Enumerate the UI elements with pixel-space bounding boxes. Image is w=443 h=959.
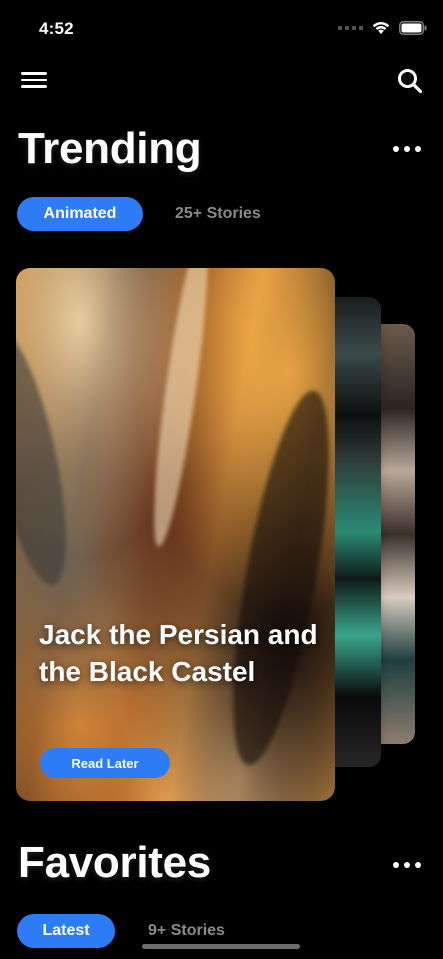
battery-icon: [399, 20, 427, 35]
status-icons: [338, 20, 427, 35]
story-card[interactable]: Jack the Persian and the Black Castel Re…: [16, 268, 335, 801]
animated-filter-button[interactable]: Animated: [17, 197, 143, 231]
home-indicator: [142, 944, 300, 949]
latest-filter-button[interactable]: Latest: [17, 914, 115, 948]
card-artwork-dark-fold: [213, 384, 335, 772]
cellular-signal-icon: [338, 25, 363, 30]
trending-story-count: 25+ Stories: [175, 205, 261, 222]
status-time: 4:52: [39, 19, 74, 38]
search-icon[interactable]: [397, 68, 423, 99]
card-artwork-highlight: [143, 268, 219, 549]
trending-title: Trending: [18, 124, 202, 173]
favorites-title: Favorites: [18, 838, 211, 887]
story-title: Jack the Persian and the Black Castel: [39, 619, 318, 687]
card-artwork-shadow: [16, 324, 83, 592]
read-later-button[interactable]: Read Later: [40, 748, 170, 778]
hamburger-menu-icon[interactable]: [21, 72, 47, 90]
wifi-icon: [371, 20, 391, 35]
favorites-more-options-icon[interactable]: [393, 862, 421, 868]
trending-more-options-icon[interactable]: [393, 146, 421, 152]
app-screen: 4:52 Trending Animated 25+ Stories Jack …: [0, 0, 443, 959]
favorites-story-count: 9+ Stories: [148, 922, 225, 939]
